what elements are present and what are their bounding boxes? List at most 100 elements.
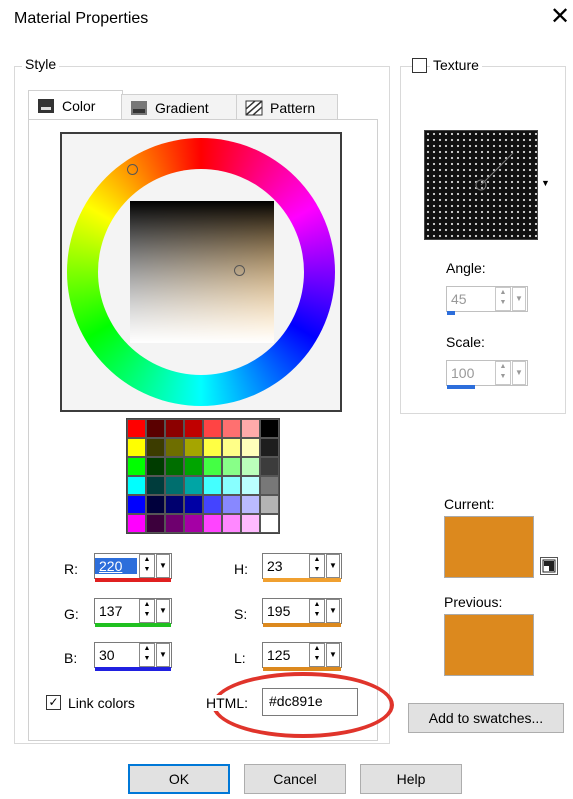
palette-swatch[interactable]	[127, 438, 146, 457]
palette-swatch[interactable]	[203, 419, 222, 438]
blue-spinner[interactable]: 30 ▲ ▼ ▼	[94, 642, 172, 668]
palette-swatch[interactable]	[127, 457, 146, 476]
ok-button[interactable]: OK	[128, 764, 230, 794]
hue-dropdown-icon[interactable]: ▼	[326, 554, 340, 578]
palette-swatch[interactable]	[203, 476, 222, 495]
hue-spinner[interactable]: 23 ▲ ▼ ▼	[262, 553, 342, 579]
gradient-tab-icon	[131, 101, 147, 115]
blue-value[interactable]: 30	[95, 647, 137, 663]
palette-swatch[interactable]	[203, 514, 222, 533]
palette-swatch[interactable]	[184, 457, 203, 476]
palette-swatch[interactable]	[222, 438, 241, 457]
cancel-button[interactable]: Cancel	[244, 764, 346, 794]
palette-swatch[interactable]	[146, 419, 165, 438]
palette-swatch[interactable]	[127, 514, 146, 533]
palette-swatch[interactable]	[146, 457, 165, 476]
green-spinner[interactable]: 137 ▲ ▼ ▼	[94, 598, 172, 624]
angle-label: Angle:	[446, 260, 486, 276]
add-to-swatches-button[interactable]: Add to swatches...	[408, 703, 564, 733]
link-colors-checkbox[interactable]: ✓	[46, 695, 61, 710]
tab-gradient-label: Gradient	[155, 100, 209, 116]
hue-marker[interactable]	[127, 164, 138, 175]
red-spinner[interactable]: 220 ▲ ▼ ▼	[94, 553, 172, 579]
palette-swatch[interactable]	[260, 495, 279, 514]
tab-pattern-label: Pattern	[270, 100, 316, 116]
green-dropdown-icon[interactable]: ▼	[156, 599, 170, 623]
palette-swatch[interactable]	[165, 438, 184, 457]
palette-swatch[interactable]	[241, 419, 260, 438]
palette-swatch[interactable]	[165, 476, 184, 495]
palette-swatch[interactable]	[260, 476, 279, 495]
palette-swatch[interactable]	[165, 457, 184, 476]
lightness-spin-arrows-icon[interactable]: ▲ ▼	[309, 643, 325, 667]
palette-swatch[interactable]	[184, 476, 203, 495]
red-spin-arrows-icon[interactable]: ▲ ▼	[139, 554, 155, 578]
html-color-input[interactable]: #dc891e	[262, 688, 358, 716]
lightness-value[interactable]: 125	[263, 647, 305, 663]
palette-swatch[interactable]	[222, 476, 241, 495]
texture-preview[interactable]	[424, 130, 538, 240]
palette-swatch[interactable]	[222, 514, 241, 533]
swap-colors-icon[interactable]	[540, 557, 558, 575]
blue-spin-arrows-icon[interactable]: ▲ ▼	[139, 643, 155, 667]
lightness-dropdown-icon[interactable]: ▼	[326, 643, 340, 667]
saturation-dropdown-icon[interactable]: ▼	[326, 599, 340, 623]
link-colors-label: Link colors	[68, 695, 135, 711]
hue-value[interactable]: 23	[263, 558, 305, 574]
palette-swatch[interactable]	[184, 495, 203, 514]
palette-swatch[interactable]	[165, 495, 184, 514]
texture-angle-indicator-icon	[475, 152, 514, 191]
palette-swatch[interactable]	[127, 476, 146, 495]
texture-checkbox[interactable]	[412, 58, 427, 73]
saturation-spin-arrows-icon[interactable]: ▲ ▼	[309, 599, 325, 623]
green-bar	[95, 623, 171, 627]
help-button[interactable]: Help	[360, 764, 462, 794]
palette-swatch[interactable]	[146, 438, 165, 457]
palette-swatch[interactable]	[260, 438, 279, 457]
hue-spin-arrows-icon[interactable]: ▲ ▼	[309, 554, 325, 578]
palette-swatch[interactable]	[146, 476, 165, 495]
texture-dropdown-icon[interactable]: ▼	[541, 178, 550, 188]
palette-swatch[interactable]	[260, 419, 279, 438]
palette-swatch[interactable]	[184, 438, 203, 457]
saturation-lightness-marker[interactable]	[234, 265, 245, 276]
palette-swatch[interactable]	[222, 457, 241, 476]
green-value[interactable]: 137	[95, 603, 137, 619]
lightness-spinner[interactable]: 125 ▲ ▼ ▼	[262, 642, 342, 668]
saturation-spinner[interactable]: 195 ▲ ▼ ▼	[262, 598, 342, 624]
tab-gradient[interactable]: Gradient	[121, 94, 238, 121]
palette-swatch[interactable]	[127, 419, 146, 438]
red-value[interactable]: 220	[95, 558, 137, 574]
palette-swatch[interactable]	[241, 476, 260, 495]
palette-swatch[interactable]	[127, 495, 146, 514]
palette-swatch[interactable]	[241, 457, 260, 476]
palette-swatch[interactable]	[165, 419, 184, 438]
palette-swatch[interactable]	[241, 514, 260, 533]
palette-swatch[interactable]	[146, 514, 165, 533]
palette-swatch[interactable]	[222, 495, 241, 514]
saturation-lightness-square[interactable]	[130, 201, 274, 343]
blue-dropdown-icon[interactable]: ▼	[156, 643, 170, 667]
palette-swatch[interactable]	[146, 495, 165, 514]
palette-swatch[interactable]	[203, 457, 222, 476]
previous-color-swatch[interactable]	[444, 614, 534, 676]
red-dropdown-icon[interactable]: ▼	[156, 554, 170, 578]
palette-swatch[interactable]	[184, 419, 203, 438]
palette-swatch[interactable]	[222, 419, 241, 438]
green-spin-arrows-icon[interactable]: ▲ ▼	[139, 599, 155, 623]
tab-pattern[interactable]: Pattern	[236, 94, 338, 121]
saturation-label: S:	[234, 606, 248, 622]
palette-swatch[interactable]	[260, 514, 279, 533]
palette-swatch[interactable]	[260, 457, 279, 476]
saturation-value[interactable]: 195	[263, 603, 305, 619]
scale-label: Scale:	[446, 334, 485, 350]
angle-spinner: 45 ▲ ▼ ▼	[446, 286, 528, 312]
palette-swatch[interactable]	[241, 495, 260, 514]
palette-swatch[interactable]	[203, 438, 222, 457]
palette-swatch[interactable]	[184, 514, 203, 533]
palette-swatch[interactable]	[203, 495, 222, 514]
palette-swatch[interactable]	[165, 514, 184, 533]
palette-swatch[interactable]	[241, 438, 260, 457]
close-icon[interactable]: ✕	[548, 4, 572, 30]
tab-color[interactable]: Color	[28, 90, 123, 121]
